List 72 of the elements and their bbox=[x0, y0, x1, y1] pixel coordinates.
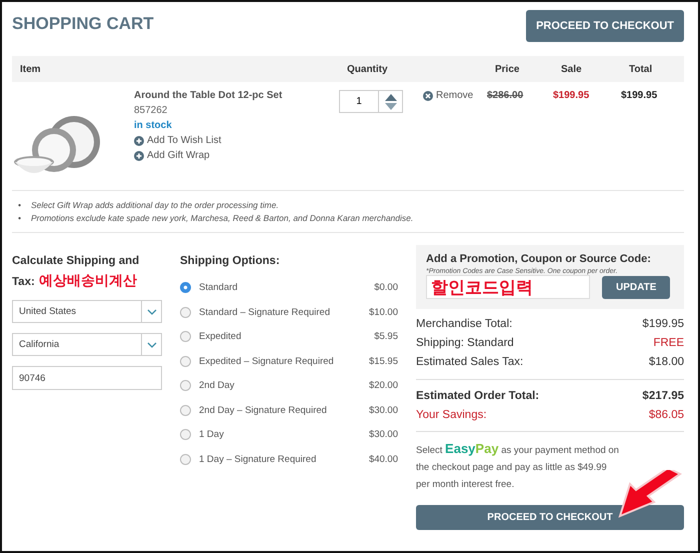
option-price: $30.00 bbox=[368, 404, 398, 416]
quantity-field[interactable]: 1 bbox=[339, 90, 379, 113]
option-price: $10.00 bbox=[368, 306, 398, 318]
bullet: • bbox=[18, 213, 21, 223]
total-value: $217.95 bbox=[642, 389, 684, 404]
radio-button[interactable] bbox=[180, 306, 191, 318]
summary-value: $18.00 bbox=[648, 355, 684, 370]
country-select[interactable]: United States bbox=[12, 300, 162, 324]
option-price: $0.00 bbox=[374, 282, 398, 294]
decrease-icon[interactable] bbox=[384, 102, 396, 110]
close-icon bbox=[423, 90, 433, 100]
original-price: $286.00 bbox=[487, 90, 524, 101]
option-label: 2nd Day – Signature Required bbox=[199, 404, 328, 416]
option-label: Expedited – Signature Required bbox=[199, 356, 335, 367]
remove-link[interactable]: Remove bbox=[423, 90, 487, 101]
promo-title: Add a Promotion, Coupon or Source Code: bbox=[426, 253, 652, 265]
radio-button[interactable] bbox=[180, 331, 191, 342]
promo-code-field[interactable]: 할인코드입력 bbox=[426, 275, 590, 299]
stock-status: in stock bbox=[134, 120, 173, 131]
option-price: $30.00 bbox=[368, 429, 398, 440]
checkout-button[interactable]: PROCEED TO CHECKOUT bbox=[416, 505, 684, 530]
option-price: $5.95 bbox=[374, 331, 398, 342]
update-button[interactable]: UPDATE bbox=[602, 276, 670, 298]
radio-button[interactable] bbox=[180, 380, 191, 392]
summary-label: Merchandise Total: bbox=[416, 317, 512, 332]
radio-button[interactable] bbox=[180, 429, 191, 440]
option-label: 1 Day bbox=[199, 429, 225, 440]
checkout-button[interactable]: PROCEED TO CHECKOUT bbox=[526, 10, 684, 42]
plus-icon bbox=[134, 150, 144, 160]
option-price: $40.00 bbox=[368, 454, 398, 465]
note-text: Select Gift Wrap adds additional day to the order processing time. bbox=[30, 200, 279, 210]
state-select[interactable]: California bbox=[12, 333, 162, 356]
option-label: Expedited bbox=[199, 331, 242, 342]
wish-list-link[interactable]: Add To Wish List bbox=[134, 135, 339, 146]
column-header: Total bbox=[629, 64, 654, 74]
total-price: $199.95 bbox=[621, 90, 658, 101]
option-label: Standard bbox=[199, 282, 239, 294]
page-title: SHOPPING CART bbox=[12, 14, 154, 34]
summary-label: Estimated Sales Tax: bbox=[416, 355, 524, 370]
total-label: Your Savings: bbox=[416, 408, 487, 423]
increase-icon[interactable] bbox=[384, 94, 396, 100]
total-value: $86.05 bbox=[648, 408, 684, 423]
column-header: Price bbox=[495, 64, 520, 74]
sale-price: $199.95 bbox=[553, 90, 590, 101]
bullet: • bbox=[18, 200, 21, 210]
column-header: Sale bbox=[561, 64, 583, 74]
radio-button[interactable] bbox=[180, 282, 191, 294]
column-header: Item bbox=[20, 64, 42, 74]
summary-value: FREE bbox=[653, 336, 684, 351]
radio-button[interactable] bbox=[180, 356, 191, 367]
gift-wrap-link[interactable]: Add Gift Wrap bbox=[134, 150, 339, 161]
plus-icon bbox=[134, 136, 144, 146]
column-header: Quantity bbox=[347, 64, 389, 74]
section-title: Calculate Shipping and Tax: 예상배송비계산 bbox=[12, 254, 140, 290]
option-price: $15.95 bbox=[368, 356, 398, 367]
option-label: 2nd Day bbox=[199, 380, 236, 392]
summary-value: $199.95 bbox=[642, 317, 684, 332]
zip-field[interactable]: 90746 bbox=[12, 366, 162, 390]
product-sku: 857262 bbox=[134, 105, 168, 116]
summary-label: Shipping: Standard bbox=[416, 336, 514, 351]
product-name: Around the Table Dot 12-pc Set bbox=[134, 90, 284, 101]
radio-button[interactable] bbox=[180, 404, 191, 416]
option-price: $20.00 bbox=[368, 380, 398, 392]
option-label: Standard – Signature Required bbox=[199, 306, 331, 318]
radio-button[interactable] bbox=[180, 454, 191, 465]
easypay-text: Select EasyPay as your payment method on the checkout page and pay as little as $49.99 per month interest free. bbox=[416, 440, 620, 492]
note-text: Promotions exclude kate spade new york, Marchesa, Reed & Barton, and Donna Karan merchandise. bbox=[30, 213, 414, 223]
section-title: Shipping Options: bbox=[180, 254, 281, 269]
option-label: 1 Day – Signature Required bbox=[199, 454, 318, 465]
total-label: Estimated Order Total: bbox=[416, 389, 540, 404]
caret-icon bbox=[146, 342, 156, 348]
caret-icon bbox=[146, 308, 156, 315]
